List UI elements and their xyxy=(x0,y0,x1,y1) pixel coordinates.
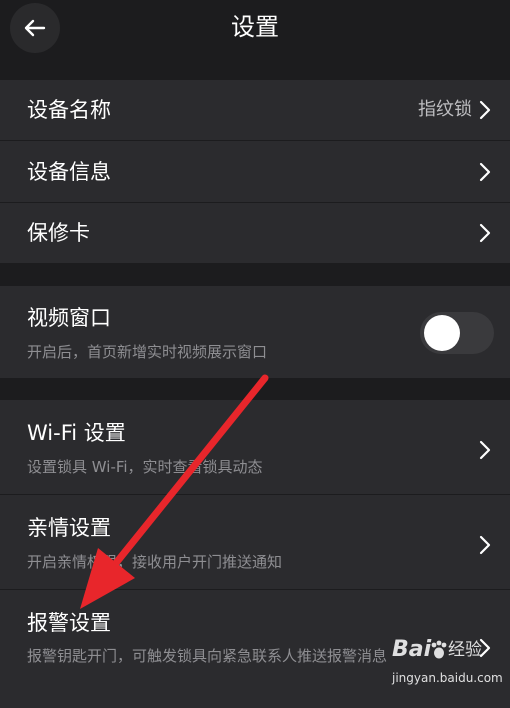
paw-icon xyxy=(431,640,447,659)
family-settings-row[interactable]: 亲情设置 开启亲情权限，接收用户开门推送通知 xyxy=(0,495,510,589)
chevron-right-icon xyxy=(479,223,491,243)
device-name-label: 设备名称 xyxy=(27,98,111,122)
video-window-toggle[interactable] xyxy=(420,312,494,354)
wifi-settings-row[interactable]: Wi-Fi 设置 设置锁具 Wi-Fi，实时查看锁具动态 xyxy=(0,400,510,494)
watermark-brand: Bai xyxy=(392,637,432,662)
wifi-settings-description: 设置锁具 Wi-Fi，实时查看锁具动态 xyxy=(27,458,263,476)
page-title: 设置 xyxy=(231,13,279,41)
settings-screen: 设置 设备名称 指纹锁 设备信息 保修卡 视频窗口 开启后，首页新增实时视频展示… xyxy=(0,0,510,708)
device-info-row[interactable]: 设备信息 xyxy=(0,141,510,202)
device-info-label: 设备信息 xyxy=(27,160,111,184)
chevron-right-icon xyxy=(479,535,491,555)
video-window-description: 开启后，首页新增实时视频展示窗口 xyxy=(27,343,268,361)
video-window-label: 视频窗口 xyxy=(27,306,111,330)
chevron-right-icon xyxy=(479,440,491,460)
warranty-card-label: 保修卡 xyxy=(27,221,90,245)
warranty-card-row[interactable]: 保修卡 xyxy=(0,203,510,263)
family-settings-description: 开启亲情权限，接收用户开门推送通知 xyxy=(27,553,283,571)
chevron-right-icon xyxy=(479,162,491,182)
watermark-label: 经验 xyxy=(448,640,482,660)
family-settings-label: 亲情设置 xyxy=(27,516,111,540)
device-settings-group: 设备名称 指纹锁 设备信息 保修卡 xyxy=(0,80,510,263)
device-name-row[interactable]: 设备名称 指纹锁 xyxy=(0,80,510,140)
video-window-row: 视频窗口 开启后，首页新增实时视频展示窗口 xyxy=(0,286,510,378)
alarm-settings-label: 报警设置 xyxy=(27,611,111,635)
chevron-right-icon xyxy=(479,100,491,120)
baidu-jingyan-watermark: Bai 经验 jingyan.baidu.com xyxy=(388,634,506,704)
video-settings-group: 视频窗口 开启后，首页新增实时视频展示窗口 xyxy=(0,286,510,378)
wifi-settings-label: Wi-Fi 设置 xyxy=(27,421,126,445)
toggle-knob xyxy=(424,315,460,351)
header-bar: 设置 xyxy=(0,0,510,78)
watermark-url: jingyan.baidu.com xyxy=(392,671,503,685)
device-name-value: 指纹锁 xyxy=(418,99,472,120)
alarm-settings-description: 报警钥匙开门，可触发锁具向紧急联系人推送报警消息 xyxy=(27,647,388,665)
